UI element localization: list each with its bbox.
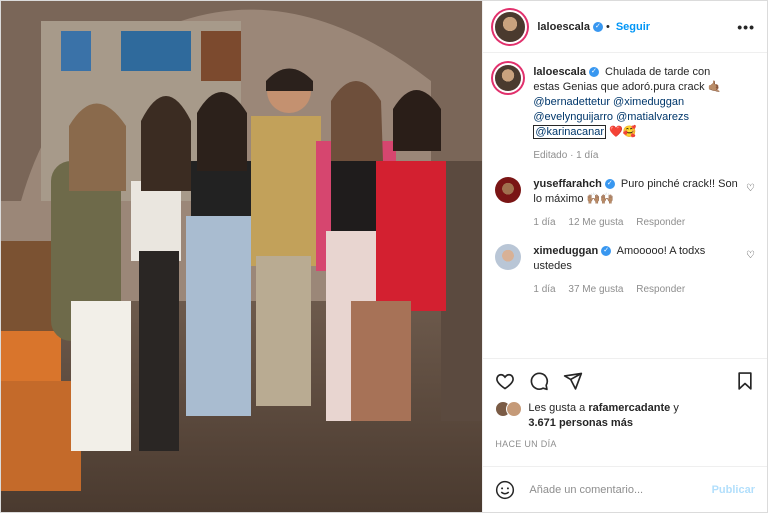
comment-username[interactable]: yuseffarahch — [533, 178, 601, 190]
liker-username[interactable]: rafamercadante — [588, 402, 670, 414]
likes-summary: Les gusta a rafamercadante y 3.671 perso… — [495, 401, 755, 431]
post-side-panel: laloescala ✓ • Seguir ••• laloescala ✓ Ch… — [482, 1, 767, 512]
post-photo-illustration — [1, 1, 483, 512]
caption-avatar[interactable] — [495, 65, 522, 91]
author-username[interactable]: laloescala — [537, 21, 590, 33]
comment-username[interactable]: ximeduggan — [533, 245, 598, 257]
comment-time: 1 día — [533, 284, 556, 295]
heart-icon[interactable] — [495, 371, 515, 391]
comment-likes[interactable]: 12 Me gusta — [568, 217, 623, 228]
reply-button[interactable]: Responder — [636, 217, 685, 228]
more-options-icon[interactable]: ••• — [737, 19, 755, 35]
comment-emoji: 🙌🏽🙌🏽 — [586, 193, 614, 205]
verified-badge-icon: ✓ — [601, 246, 612, 257]
likes-and: y — [673, 402, 679, 414]
comment-item: yuseffarahch ✓ Puro pinché crack!! Son lo… — [495, 177, 755, 230]
caption: laloescala ✓ Chulada de tarde con estas G… — [495, 65, 755, 163]
mention-link[interactable]: @bernadettetur — [533, 96, 610, 108]
comment-likes[interactable]: 37 Me gusta — [568, 284, 623, 295]
share-icon[interactable] — [563, 371, 583, 391]
mention-link[interactable]: @evelynguijarro — [533, 111, 613, 123]
post-frame: laloescala ✓ • Seguir ••• laloescala ✓ Ch… — [0, 0, 768, 513]
caption-meta: Editado · 1 día — [533, 150, 599, 161]
follow-button[interactable]: Seguir — [616, 21, 650, 33]
author-avatar[interactable] — [495, 11, 526, 42]
bookmark-icon[interactable] — [735, 371, 755, 391]
comment-like-heart-icon[interactable]: ♡ — [746, 183, 755, 194]
post-header: laloescala ✓ • Seguir ••• — [483, 1, 767, 53]
comments-list[interactable]: laloescala ✓ Chulada de tarde con estas G… — [483, 53, 767, 358]
comment-icon[interactable] — [529, 371, 549, 391]
emoji-icon[interactable] — [495, 480, 515, 500]
mention-link[interactable]: @matialvarezs — [616, 111, 689, 123]
caption-username[interactable]: laloescala — [533, 66, 586, 78]
likes-others[interactable]: 3.671 personas más — [528, 417, 633, 429]
post-photo[interactable] — [1, 1, 483, 512]
commenter-avatar[interactable] — [495, 177, 522, 203]
comment-input[interactable] — [527, 482, 712, 497]
likes-prefix: Les gusta a — [528, 402, 586, 414]
caption-emoji: 🤙🏽 — [707, 81, 722, 93]
verified-badge-icon: ✓ — [592, 21, 603, 32]
publish-button[interactable]: Publicar — [712, 484, 755, 496]
mention-link[interactable]: @ximeduggan — [613, 96, 684, 108]
reply-button[interactable]: Responder — [636, 284, 685, 295]
caption-end-emojis: ❤️🥰 — [609, 126, 637, 138]
verified-badge-icon: ✓ — [588, 67, 599, 78]
comment-like-heart-icon[interactable]: ♡ — [746, 250, 755, 261]
post-actions: Les gusta a rafamercadante y 3.671 perso… — [483, 358, 767, 466]
comment-item: ximeduggan ✓ Amooooo! A todxs ustedes 1 d… — [495, 244, 755, 297]
comment-time: 1 día — [533, 217, 556, 228]
mention-link-focused[interactable]: @karinacanar — [533, 125, 607, 139]
liker-avatar — [506, 401, 523, 417]
add-comment-bar: Publicar — [483, 466, 767, 512]
post-time-ago[interactable]: HACE UN DÍA — [495, 439, 755, 449]
commenter-avatar[interactable] — [495, 244, 522, 270]
verified-badge-icon: ✓ — [604, 179, 615, 190]
